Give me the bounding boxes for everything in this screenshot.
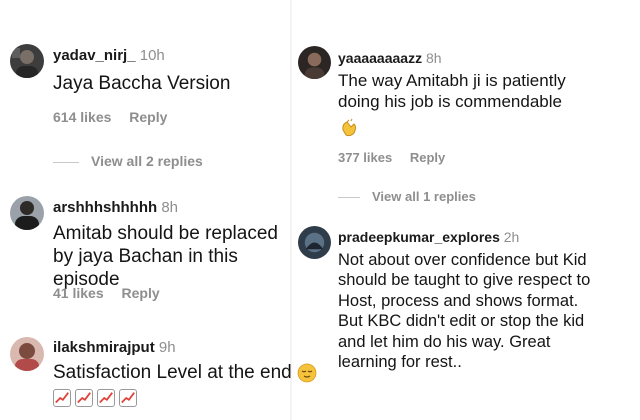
chart-increasing-icon <box>53 389 71 407</box>
username[interactable]: yaaaaaaaazz <box>338 50 422 66</box>
view-replies-button[interactable]: View all 2 replies <box>53 153 203 169</box>
likes-count[interactable]: 377 likes <box>338 150 392 165</box>
comment-text: Jaya Baccha Version <box>53 73 231 94</box>
comment-username-line[interactable]: pradeepkumar_explores 2h <box>338 229 519 245</box>
clapping-hands-icon <box>339 118 359 138</box>
replies-line-icon <box>338 197 360 199</box>
timestamp: 10h <box>139 47 165 64</box>
timestamp: 8h <box>161 199 179 216</box>
reply-button[interactable]: Reply <box>122 285 160 301</box>
reply-button[interactable]: Reply <box>410 150 445 165</box>
likes-count[interactable]: 41 likes <box>53 285 104 301</box>
username[interactable]: yadav_nirj_ <box>53 47 136 64</box>
comment-username-line[interactable]: ilakshmirajput 9h <box>53 339 176 356</box>
relieved-face-icon <box>297 363 317 383</box>
comment-username-line[interactable]: arshhhshhhhh 8h <box>53 199 178 216</box>
username[interactable]: arshhhshhhhh <box>53 199 157 216</box>
chart-increasing-icon <box>97 389 115 407</box>
timestamp: 9h <box>158 339 176 356</box>
avatar[interactable] <box>298 226 331 259</box>
chart-increasing-icon <box>75 389 93 407</box>
view-replies-label: View all 1 replies <box>372 189 476 204</box>
view-replies-button[interactable]: View all 1 replies <box>338 189 476 204</box>
column-divider <box>290 0 292 420</box>
comment-text: Amitab should be replaced by jaya Bachan… <box>53 223 278 291</box>
username[interactable]: ilakshmirajput <box>53 339 155 356</box>
comment-text: The way Amitabh ji is patiently doing hi… <box>338 71 566 111</box>
avatar[interactable] <box>298 46 331 79</box>
view-replies-label: View all 2 replies <box>91 153 203 169</box>
timestamp: 8h <box>425 50 442 66</box>
comment-username-line[interactable]: yaaaaaaaazz 8h <box>338 50 442 66</box>
comment-meta: 377 likes Reply <box>338 150 445 165</box>
timestamp: 2h <box>503 229 520 245</box>
avatar[interactable] <box>10 44 44 78</box>
avatar[interactable] <box>10 337 44 371</box>
comment-username-line[interactable]: yadav_nirj_ 10h <box>53 47 165 64</box>
comment-text: Satisfaction Level at the end <box>53 362 292 383</box>
avatar[interactable] <box>10 196 44 230</box>
username[interactable]: pradeepkumar_explores <box>338 229 500 245</box>
trend-icons-row <box>53 389 141 407</box>
chart-increasing-icon <box>119 389 137 407</box>
replies-line-icon <box>53 161 79 163</box>
comment-meta: 614 likes Reply <box>53 109 167 125</box>
comment-text-line: Satisfaction Level at the end <box>53 361 317 384</box>
likes-count[interactable]: 614 likes <box>53 109 111 125</box>
comment-text: Not about over confidence but Kid should… <box>338 251 591 372</box>
reply-button[interactable]: Reply <box>129 109 167 125</box>
comment-meta: 41 likes Reply <box>53 285 160 301</box>
